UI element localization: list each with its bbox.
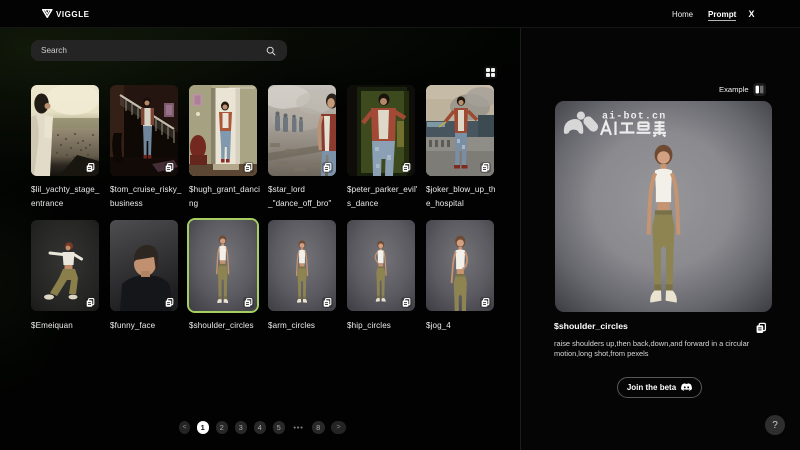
svg-text:ai-bot.cn: ai-bot.cn [602,111,666,123]
